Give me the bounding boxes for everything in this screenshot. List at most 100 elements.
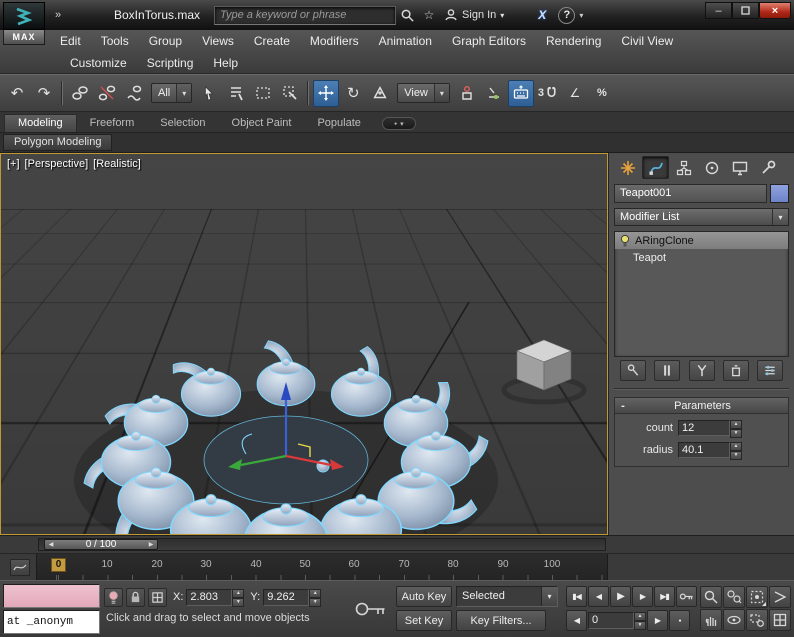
set-keys-button[interactable]: [352, 590, 390, 628]
tab-display[interactable]: [726, 156, 753, 179]
object-name-field[interactable]: Teapot001: [614, 184, 767, 203]
maxscript-mini-listener[interactable]: at _anonym: [3, 610, 100, 634]
lightbulb-icon[interactable]: [619, 234, 631, 247]
menu-graph-editors[interactable]: Graph Editors: [442, 31, 536, 51]
snaps-toggle-3d[interactable]: 3: [535, 80, 561, 107]
spin-down-icon[interactable]: [634, 621, 646, 630]
spin-down-icon[interactable]: [232, 597, 245, 607]
favorites-star-icon[interactable]: [418, 5, 440, 25]
select-by-name-button[interactable]: [223, 80, 249, 107]
open-mini-curve-editor-button[interactable]: [10, 559, 30, 576]
modifier-list-arrow-icon[interactable]: [772, 209, 788, 225]
menu-group[interactable]: Group: [139, 31, 192, 51]
window-crossing-toggle[interactable]: [277, 80, 303, 107]
spin-up-icon[interactable]: [232, 588, 245, 598]
selection-set-arrow-icon[interactable]: [541, 587, 557, 606]
current-frame-marker[interactable]: 0: [51, 558, 66, 572]
viewcube[interactable]: [501, 339, 587, 405]
sign-in-dropdown-arrow-icon[interactable]: [500, 11, 504, 20]
menu-scripting[interactable]: Scripting: [137, 53, 204, 73]
radius-spinner[interactable]: 40.1: [678, 442, 742, 460]
rollout-collapse-icon[interactable]: -: [615, 400, 631, 412]
search-icon[interactable]: [396, 5, 418, 25]
spin-down-icon[interactable]: [730, 429, 742, 438]
redo-button[interactable]: [31, 80, 57, 107]
rectangular-selection-region-button[interactable]: [250, 80, 276, 107]
select-and-rotate-button[interactable]: [340, 80, 366, 107]
remove-modifier-button[interactable]: [722, 360, 749, 381]
track-bar-ruler[interactable]: 0 10 20 30 40 50 60 70 80 90 100: [36, 554, 608, 581]
go-to-end-button[interactable]: [654, 586, 675, 607]
keyboard-shortcut-override-toggle[interactable]: [507, 79, 534, 107]
show-end-result-button[interactable]: [654, 360, 681, 381]
field-of-view-button[interactable]: [769, 586, 791, 608]
infocenter-search-input[interactable]: [214, 5, 397, 25]
ribbon-tab-selection[interactable]: Selection: [147, 115, 218, 132]
select-object-button[interactable]: [196, 80, 222, 107]
menu-animation[interactable]: Animation: [369, 31, 442, 51]
ribbon-tab-populate[interactable]: Populate: [304, 115, 373, 132]
spin-down-icon[interactable]: [309, 597, 322, 607]
undo-button[interactable]: [4, 80, 30, 107]
reference-coordinate-arrow-icon[interactable]: [433, 84, 449, 102]
unlink-selection-button[interactable]: [94, 80, 120, 107]
time-slider-handle[interactable]: 0 / 100: [44, 539, 158, 550]
previous-key-button[interactable]: [588, 586, 609, 607]
menu-modifiers[interactable]: Modifiers: [300, 31, 369, 51]
parameters-rollout-header[interactable]: - Parameters: [615, 398, 788, 414]
spin-down-icon[interactable]: [730, 451, 742, 460]
next-frame-button[interactable]: [647, 610, 668, 631]
exchange-apps-icon[interactable]: X: [532, 6, 552, 24]
key-mode-toggle[interactable]: g: [676, 586, 697, 607]
menu-customize[interactable]: Customize: [60, 53, 137, 73]
reference-coordinate-system-dropdown[interactable]: View: [397, 83, 450, 103]
close-button[interactable]: [759, 2, 791, 19]
menu-create[interactable]: Create: [244, 31, 300, 51]
key-filters-button[interactable]: Key Filters...: [456, 610, 546, 631]
ribbon-tab-freeform[interactable]: Freeform: [77, 115, 148, 132]
application-menu-button[interactable]: MAX: [3, 2, 45, 45]
perspective-viewport[interactable]: z x y [+] [Perspective] [Realistic]: [0, 153, 608, 535]
menu-edit[interactable]: Edit: [50, 31, 91, 51]
selection-lock-toggle[interactable]: [126, 587, 145, 607]
sign-in-control[interactable]: Sign In: [444, 8, 504, 22]
configure-modifier-sets-button[interactable]: [757, 360, 783, 381]
current-frame-spinner[interactable]: 0: [588, 612, 646, 630]
zoom-all-button[interactable]: [723, 586, 745, 608]
ribbon-tab-object-paint[interactable]: Object Paint: [219, 115, 305, 132]
count-value[interactable]: 12: [678, 420, 730, 436]
pin-stack-button[interactable]: [620, 360, 646, 381]
set-key-button[interactable]: Set Key: [396, 610, 452, 631]
orbit-button[interactable]: [723, 609, 745, 631]
menu-views[interactable]: Views: [192, 31, 244, 51]
viewport-shading-menu[interactable]: [Realistic]: [93, 158, 141, 170]
spin-up-icon[interactable]: [309, 588, 322, 598]
tab-hierarchy[interactable]: [670, 156, 697, 179]
minimize-button[interactable]: [705, 2, 732, 19]
use-pivot-point-center-button[interactable]: [454, 80, 480, 107]
select-and-manipulate-button[interactable]: [481, 80, 507, 107]
maximize-viewport-toggle-button[interactable]: [769, 609, 791, 631]
ribbon-tab-modeling[interactable]: Modeling: [4, 114, 77, 132]
teapot[interactable]: [330, 344, 392, 417]
tab-motion[interactable]: [698, 156, 725, 179]
menu-help[interactable]: Help: [203, 53, 248, 73]
select-and-link-button[interactable]: [67, 80, 93, 107]
ribbon-minimize-dropdown[interactable]: [381, 117, 416, 130]
object-color-swatch[interactable]: [770, 184, 789, 203]
menu-rendering[interactable]: Rendering: [536, 31, 611, 51]
previous-frame-button[interactable]: [566, 610, 587, 631]
select-and-scale-button[interactable]: [367, 80, 393, 107]
radius-value[interactable]: 40.1: [678, 442, 730, 458]
tab-modify[interactable]: [642, 156, 669, 179]
angle-snap-toggle[interactable]: [562, 80, 588, 107]
x-coordinate-spinner[interactable]: 2.803: [186, 588, 245, 607]
selection-set-dropdown[interactable]: Selected: [456, 586, 558, 607]
previous-frame-arrow-icon[interactable]: [45, 541, 57, 548]
zoom-extents-button[interactable]: [746, 586, 768, 608]
bind-to-space-warp-button[interactable]: [121, 80, 147, 107]
selection-filter-dropdown[interactable]: All: [151, 83, 193, 103]
selection-filter-arrow-icon[interactable]: [176, 84, 192, 102]
viewport-general-menu[interactable]: [+]: [7, 158, 20, 170]
y-coordinate-value[interactable]: 9.262: [263, 588, 310, 606]
